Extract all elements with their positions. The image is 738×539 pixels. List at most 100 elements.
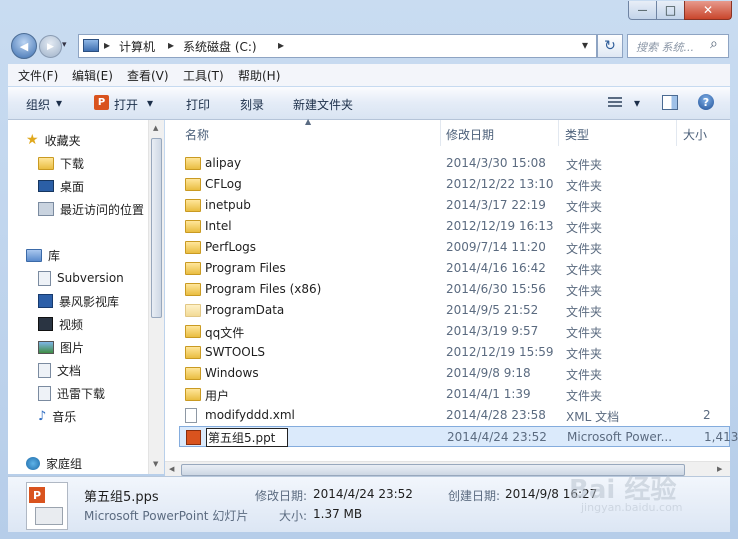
scrollbar-thumb[interactable] [151, 138, 162, 318]
file-row[interactable]: PerfLogs 2009/7/14 11:20 文件夹 [179, 237, 730, 258]
file-date: 2014/9/5 21:52 [446, 303, 539, 317]
file-row[interactable]: Program Files (x86) 2014/6/30 15:56 文件夹 [179, 279, 730, 300]
forward-arrow-icon: ▶ [47, 41, 54, 52]
scroll-up-arrow[interactable]: ▲ [153, 124, 158, 132]
nav-downloads[interactable]: 下载 [38, 153, 84, 173]
file-row[interactable]: qq文件 2014/3/19 9:57 文件夹 [179, 321, 730, 342]
view-options-icon[interactable] [608, 97, 622, 109]
file-type: 文件夹 [566, 326, 603, 340]
view-dropdown-icon[interactable]: ▾ [634, 96, 640, 110]
nav-lib-documents[interactable]: 文档 [38, 360, 81, 380]
scroll-down-arrow[interactable]: ▼ [153, 460, 158, 468]
menu-file[interactable]: 文件(F) [18, 67, 58, 84]
file-row[interactable]: Program Files 2014/4/16 16:42 文件夹 [179, 258, 730, 279]
file-row-selected[interactable]: 第五组5.ppt 2014/4/24 23:52 Microsoft Power..… [179, 426, 738, 447]
menu-view[interactable]: 查看(V) [127, 67, 169, 84]
library-icon [26, 248, 42, 262]
computer-icon [83, 39, 99, 52]
file-name: alipay [205, 156, 242, 170]
navigation-pane: ★ 收藏夹 下载 桌面 最近访问的位置 库 Subversion 暴风影视库 视… [8, 120, 163, 474]
crumb-computer[interactable]: 计算机 [119, 38, 155, 55]
file-date: 2014/3/30 15:08 [446, 156, 546, 170]
recent-pages-dropdown[interactable]: ▾ [62, 40, 72, 50]
details-size-value: 1.37 MB [313, 507, 363, 521]
open-dropdown-icon[interactable]: ▾ [147, 96, 153, 110]
nav-lib-pictures-label: 图片 [60, 340, 85, 355]
file-row[interactable]: alipay 2014/3/30 15:08 文件夹 [179, 153, 730, 174]
preview-pane-icon[interactable] [662, 95, 678, 110]
column-type[interactable]: 类型 [565, 126, 589, 143]
help-button[interactable]: ? [698, 94, 714, 110]
close-button[interactable]: ✕ [684, 1, 732, 20]
file-type: 文件夹 [566, 263, 603, 277]
nav-lib-xunlei[interactable]: 迅雷下载 [38, 383, 105, 403]
file-size: 1,413 [704, 430, 738, 444]
scroll-left-arrow[interactable]: ◀ [169, 465, 174, 473]
file-row[interactable]: Windows 2014/9/8 9:18 文件夹 [179, 363, 730, 384]
column-divider[interactable] [440, 120, 441, 146]
picture-icon [38, 340, 54, 354]
burn-button[interactable]: 刻录 [240, 96, 264, 113]
nav-lib-baofeng[interactable]: 暴风影视库 [38, 291, 119, 311]
file-size: 2 [703, 408, 711, 422]
column-date[interactable]: 修改日期 [446, 126, 494, 143]
file-row[interactable]: 用户 2014/4/1 1:39 文件夹 [179, 384, 730, 405]
column-divider[interactable] [676, 120, 677, 146]
folder-icon [185, 157, 201, 170]
details-pane: P 第五组5.pps Microsoft PowerPoint 幻灯片 修改日期… [8, 475, 730, 532]
file-row[interactable]: Intel 2012/12/19 16:13 文件夹 [179, 216, 730, 237]
menu-help[interactable]: 帮助(H) [238, 67, 280, 84]
menu-edit[interactable]: 编辑(E) [72, 67, 113, 84]
powerpoint-file-icon [186, 430, 201, 445]
rename-input[interactable]: 第五组5.ppt [206, 428, 289, 447]
nav-lib-music[interactable]: ♪ 音乐 [38, 406, 76, 426]
refresh-button[interactable]: ↻ [597, 34, 623, 58]
nav-recent-places[interactable]: 最近访问的位置 [38, 199, 144, 219]
nav-homegroup-label: 家庭组 [46, 456, 83, 471]
crumb-system-disk[interactable]: 系统磁盘 (C:) [183, 38, 257, 55]
organize-dropdown-icon: ▾ [56, 96, 63, 110]
file-row[interactable]: modifyddd.xml 2014/4/28 23:58 XML 文档 2 [179, 405, 730, 426]
nav-favorites[interactable]: ★ 收藏夹 [26, 130, 81, 150]
back-button[interactable]: ◀ [11, 33, 37, 59]
pps-file-icon: P [26, 482, 68, 530]
file-row[interactable]: SWTOOLS 2012/12/19 15:59 文件夹 [179, 342, 730, 363]
forward-button[interactable]: ▶ [39, 35, 62, 58]
organize-button[interactable]: 组织 [26, 96, 50, 113]
address-bar[interactable]: ▸ 计算机 ▸ 系统磁盘 (C:) ▸ ▾ [78, 34, 597, 58]
file-date: 2012/12/19 16:13 [446, 219, 554, 233]
nav-homegroup[interactable]: 家庭组 [26, 453, 82, 473]
minimize-button[interactable]: — [628, 1, 657, 20]
file-row[interactable]: inetpub 2014/3/17 22:19 文件夹 [179, 195, 730, 216]
navigation-pane-scrollbar[interactable]: ▲ ▼ [148, 120, 164, 474]
nav-lib-pictures[interactable]: 图片 [38, 337, 84, 357]
maximize-button[interactable]: □ [656, 1, 685, 20]
print-button[interactable]: 打印 [186, 96, 210, 113]
open-button[interactable]: 打开 [114, 96, 138, 113]
nav-lib-subversion[interactable]: Subversion [38, 268, 124, 288]
menu-tools[interactable]: 工具(T) [183, 67, 224, 84]
crumb-separator: ▸ [104, 38, 111, 52]
search-input[interactable]: 搜索 系统... ⌕ [627, 34, 729, 58]
menu-bar: 文件(F) 编辑(E) 查看(V) 工具(T) 帮助(H) [8, 64, 730, 86]
search-placeholder: 搜索 系统... [636, 41, 694, 54]
details-modified-value: 2014/4/24 23:52 [313, 487, 413, 501]
file-date: 2009/7/14 11:20 [446, 240, 546, 254]
document-icon [38, 362, 51, 378]
file-row[interactable]: CFLog 2012/12/22 13:10 文件夹 [179, 174, 730, 195]
nav-libraries[interactable]: 库 [26, 245, 60, 265]
column-size[interactable]: 大小 [683, 126, 707, 143]
nav-lib-xunlei-label: 迅雷下载 [57, 386, 106, 401]
file-date: 2012/12/22 13:10 [446, 177, 554, 191]
new-folder-button[interactable]: 新建文件夹 [293, 96, 353, 113]
nav-lib-videos[interactable]: 视频 [38, 314, 83, 334]
file-row[interactable]: ProgramData 2014/9/5 21:52 文件夹 [179, 300, 730, 321]
column-name[interactable]: 名称 [185, 126, 209, 143]
address-history-dropdown[interactable]: ▾ [582, 38, 588, 52]
nav-recent-places-label: 最近访问的位置 [60, 202, 145, 217]
help-icon: ? [702, 95, 710, 109]
crumb-separator: ▸ [278, 38, 285, 52]
nav-desktop[interactable]: 桌面 [38, 176, 84, 196]
column-divider[interactable] [558, 120, 559, 146]
details-modified-label: 修改日期: [255, 489, 308, 503]
